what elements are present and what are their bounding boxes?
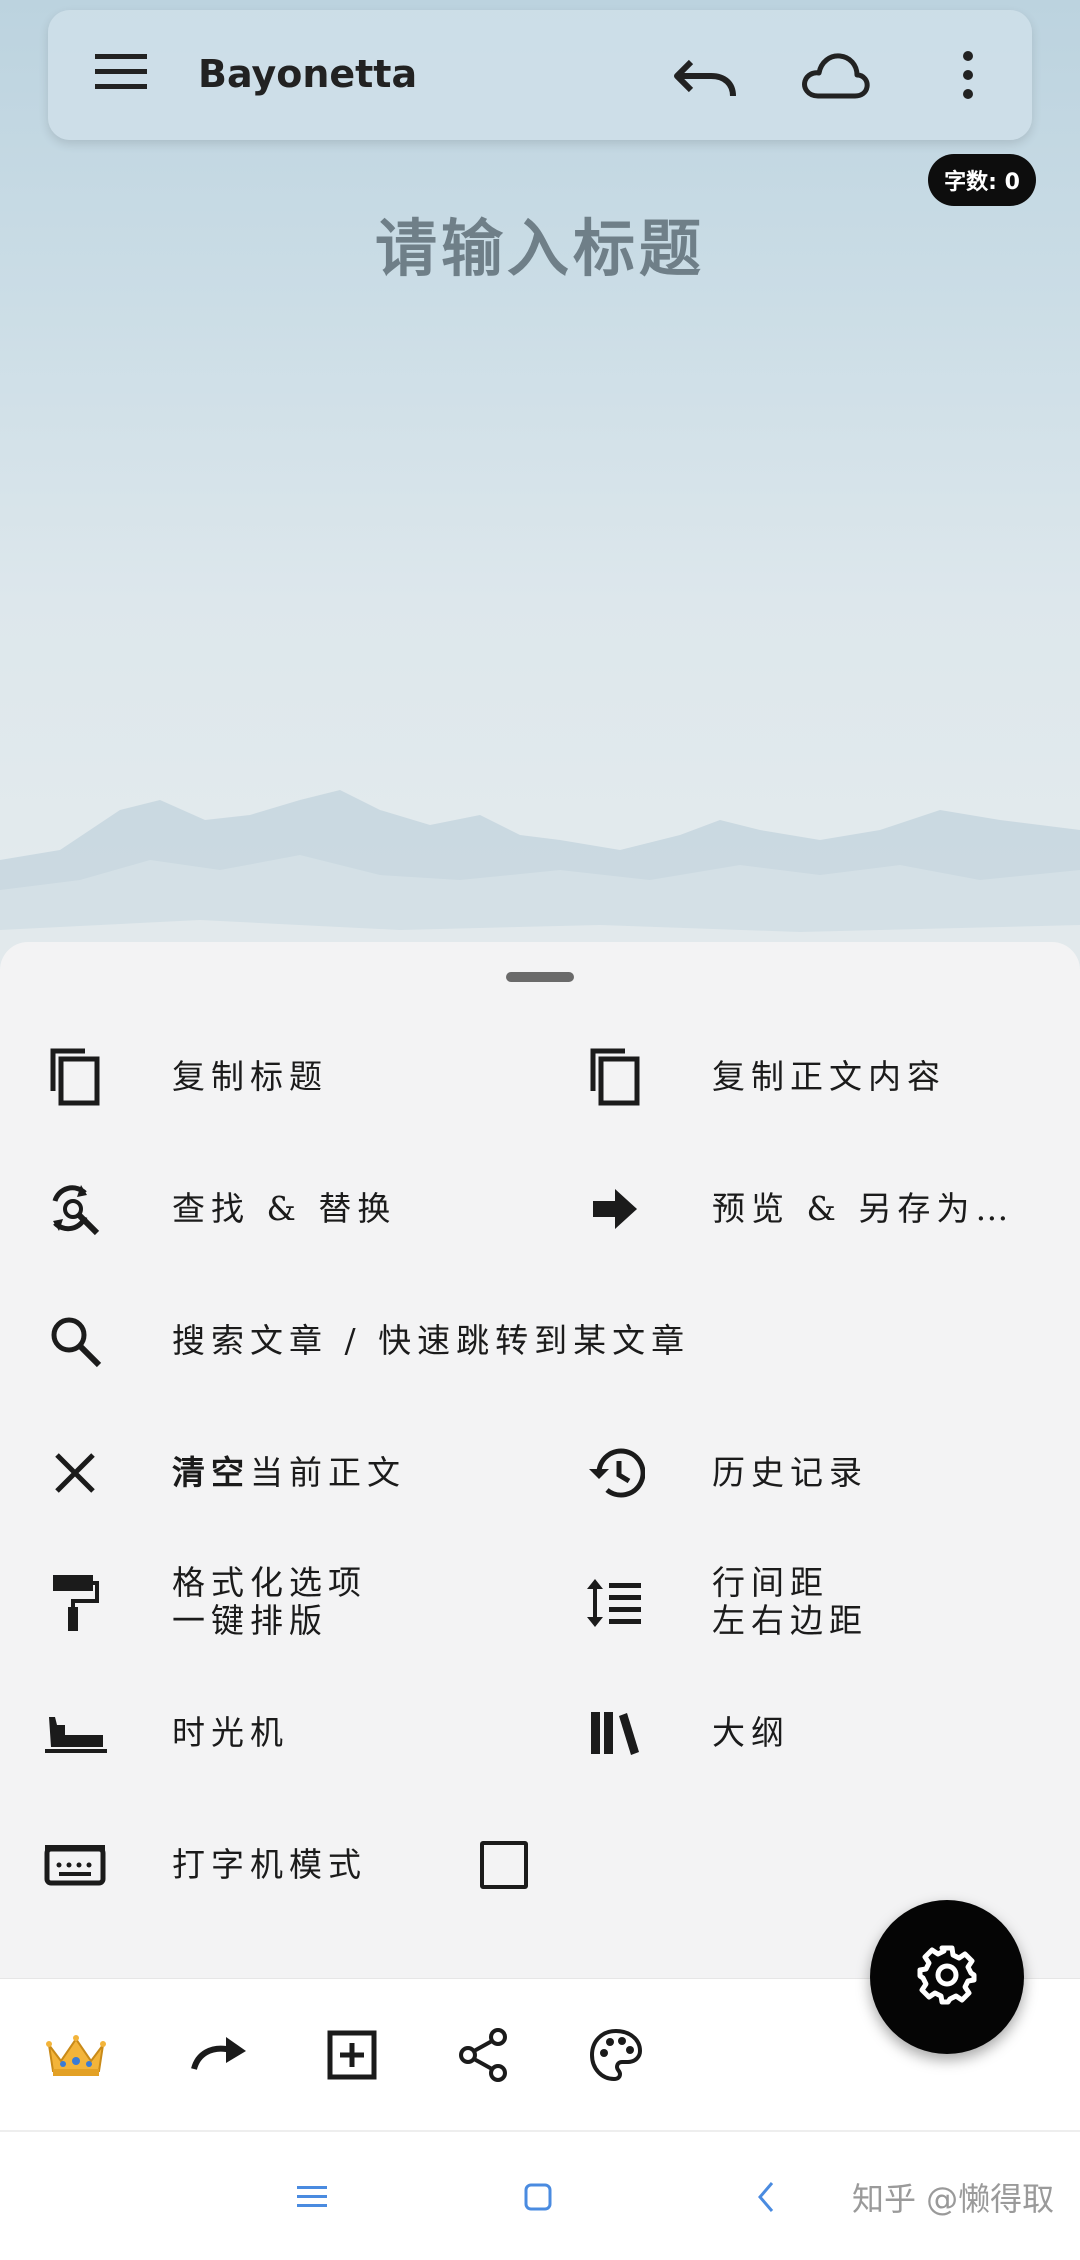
more-vertical-icon[interactable] [948, 48, 988, 106]
copy-title-item[interactable]: 复制标题 [40, 1042, 520, 1112]
format-options-item[interactable]: 格式化选项 一键排版 [40, 1560, 520, 1646]
time-machine-item[interactable]: 时光机 [40, 1698, 520, 1768]
search-article-label: 搜索文章 / 快速跳转到某文章 [172, 1321, 691, 1360]
time-machine-label: 时光机 [172, 1713, 289, 1752]
spacing-label: 行间距 左右边距 [712, 1564, 868, 1640]
palette-icon[interactable] [580, 2019, 652, 2091]
options-bottom-sheet: 复制标题 复制正文内容 查找 & 替换 预览 & 另存为… 搜索文章 / 快速跳… [0, 942, 1080, 1982]
system-navigation-bar: 知乎 @懒得取 [0, 2132, 1080, 2260]
line-spacing-icon [580, 1568, 650, 1638]
top-app-bar: Bayonetta [48, 10, 1032, 140]
home-icon[interactable] [508, 2172, 568, 2222]
undo-icon[interactable] [673, 48, 737, 106]
arrow-right-icon [580, 1174, 650, 1244]
typewriter-mode-item[interactable]: 打字机模式 [40, 1830, 600, 1900]
preview-save-item[interactable]: 预览 & 另存为… [580, 1174, 1060, 1244]
books-icon [580, 1698, 650, 1768]
spacing-line2: 左右边距 [712, 1601, 868, 1640]
add-box-icon[interactable] [316, 2019, 388, 2091]
search-article-item[interactable]: 搜索文章 / 快速跳转到某文章 [40, 1306, 1040, 1376]
clear-body-label: 清空当前正文 [172, 1454, 406, 1492]
history-item[interactable]: 历史记录 [580, 1438, 1060, 1508]
clear-body-item[interactable]: 清空当前正文 [40, 1438, 520, 1508]
outline-label: 大纲 [712, 1713, 790, 1752]
share-icon[interactable] [448, 2019, 520, 2091]
outline-item[interactable]: 大纲 [580, 1698, 1060, 1768]
find-replace-icon [40, 1174, 110, 1244]
format-line2: 一键排版 [172, 1601, 328, 1640]
time-machine-icon [40, 1698, 110, 1768]
format-line1: 格式化选项 [172, 1563, 367, 1602]
clear-rest-text: 当前正文 [250, 1453, 406, 1492]
title-placeholder[interactable]: 请输入标题 [0, 198, 1080, 288]
hamburger-menu-icon[interactable] [93, 50, 149, 98]
watermark-text: 知乎 @懒得取 [852, 2180, 1055, 2218]
format-options-label: 格式化选项 一键排版 [172, 1564, 367, 1640]
app-title: Bayonetta [198, 52, 418, 96]
search-icon [40, 1306, 110, 1376]
typewriter-mode-checkbox[interactable] [480, 1841, 528, 1889]
copy-icon [40, 1042, 110, 1112]
copy-body-label: 复制正文内容 [712, 1057, 946, 1096]
spacing-line1: 行间距 [712, 1563, 829, 1602]
copy-icon [580, 1042, 650, 1112]
recent-apps-icon[interactable] [282, 2172, 342, 2222]
preview-save-label: 预览 & 另存为… [712, 1189, 1015, 1228]
back-icon[interactable] [736, 2172, 796, 2222]
settings-gear-icon [917, 1945, 977, 2009]
typewriter-icon [40, 1830, 110, 1900]
clear-bold-text: 清空 [172, 1453, 250, 1492]
history-label: 历史记录 [712, 1453, 868, 1492]
find-replace-label: 查找 & 替换 [172, 1189, 397, 1228]
settings-fab[interactable] [870, 1900, 1024, 2054]
history-icon [580, 1438, 650, 1508]
sheet-drag-handle[interactable] [506, 972, 574, 982]
typewriter-mode-label: 打字机模式 [172, 1845, 367, 1884]
crown-icon[interactable] [40, 2019, 112, 2091]
find-replace-item[interactable]: 查找 & 替换 [40, 1174, 520, 1244]
redo-icon[interactable] [184, 2019, 256, 2091]
close-icon [40, 1438, 110, 1508]
background-landscape [0, 0, 1080, 1000]
copy-title-label: 复制标题 [172, 1057, 328, 1096]
cloud-sync-icon[interactable] [800, 48, 870, 106]
paint-roller-icon [40, 1568, 110, 1638]
copy-body-item[interactable]: 复制正文内容 [580, 1042, 1060, 1112]
spacing-item[interactable]: 行间距 左右边距 [580, 1560, 1060, 1646]
